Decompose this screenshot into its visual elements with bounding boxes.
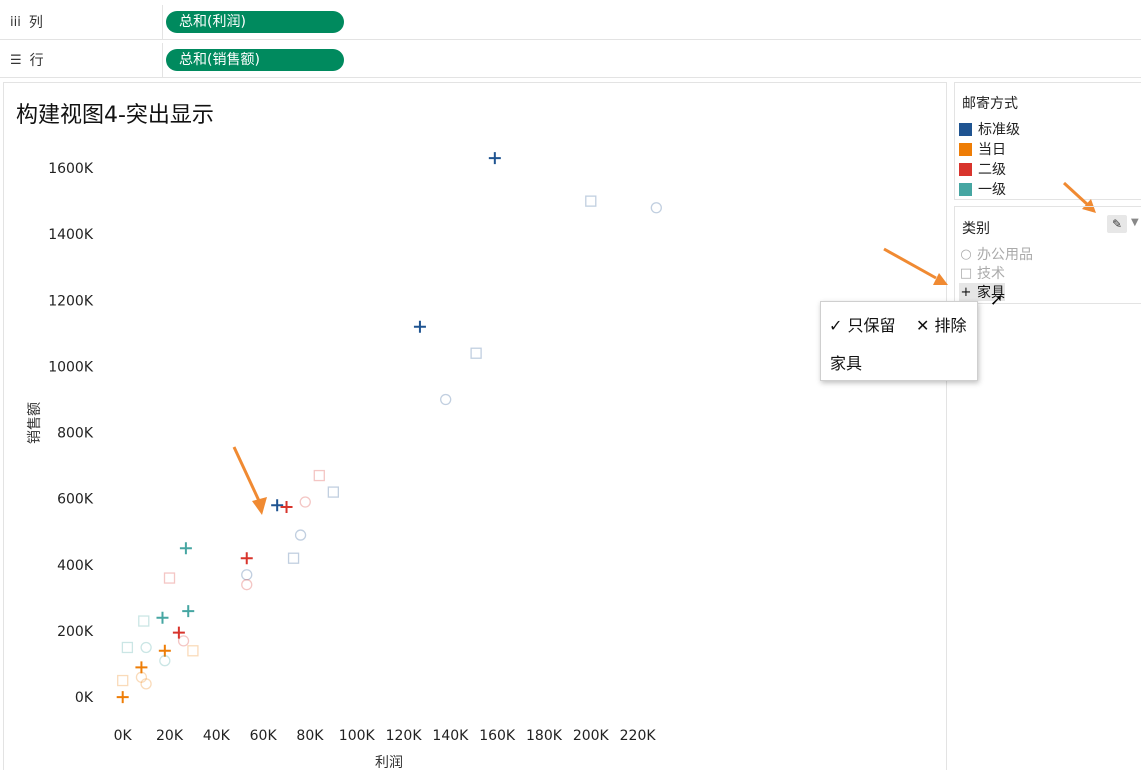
color-legend: 邮寄方式 标准级 当日 二级 一级 [954, 82, 1141, 213]
data-point-plus [182, 605, 195, 618]
columns-label: 列 [28, 15, 43, 31]
x-tick-label: 80K [296, 728, 324, 744]
x-tick-label: 160K [479, 728, 516, 744]
pen-icon[interactable]: ✎ [1107, 215, 1127, 233]
y-tick-label: 200K [57, 624, 94, 640]
context-menu: ✓ 只保留 ✕ 排除 家具 [820, 301, 978, 381]
chart-view: 构建视图4-突出显示 0K 200K 400K 600K 800K 1000K 1200K 1… [3, 82, 947, 771]
data-point-plus [135, 661, 148, 674]
data-point-circle [294, 529, 307, 541]
rows-icon: ☰ [10, 52, 22, 68]
data-point-square [187, 645, 199, 657]
legend-item-tech[interactable]: □ 技术 [959, 264, 1005, 283]
data-point-plus [488, 152, 501, 165]
y-tick-label: 800K [57, 426, 94, 442]
legend-item-label: 一级 [978, 182, 1006, 198]
legend-item[interactable]: 二级 [959, 160, 1006, 178]
legend-swatch [959, 162, 972, 176]
rows-label: 行 [29, 53, 44, 69]
data-point-plus [280, 500, 293, 513]
mouse-cursor-icon: ➚ [990, 290, 1004, 309]
legend-swatch [959, 142, 972, 156]
data-point-circle [177, 635, 190, 647]
columns-icon: iii [10, 14, 21, 30]
y-tick-label: 1000K [48, 359, 94, 375]
y-tick-label: 1600K [48, 161, 94, 177]
legend-item-label: 标准级 [978, 122, 1020, 138]
scatter-plot: 0K 200K 400K 600K 800K 1000K 1200K 1400K 1600K 0K… [27, 152, 662, 771]
columns-pill-profit[interactable]: 总和(利润) [166, 11, 344, 33]
rows-shelf: ☰ 行 总和(销售额) [0, 43, 1141, 78]
x-tick-label: 200K [573, 728, 610, 744]
y-tick-label: 0K [75, 690, 94, 706]
x-tick-label: 40K [203, 728, 231, 744]
y-axis-label: 销售额 [27, 402, 43, 444]
data-point-circle [159, 655, 171, 667]
plus-icon: + [960, 284, 972, 300]
x-tick-label: 100K [339, 728, 376, 744]
data-point-plus [116, 691, 129, 704]
filter-title: 类别 [962, 221, 990, 237]
annotation-arrow-icon [883, 247, 948, 285]
data-point-square [138, 615, 150, 627]
circle-icon: ○ [960, 246, 972, 262]
data-point-plus [172, 626, 185, 639]
y-tick-label: 600K [57, 492, 94, 508]
data-point-square [327, 486, 339, 498]
x-tick-label: 180K [526, 728, 563, 744]
data-point-circle [440, 393, 452, 406]
rows-shelf-label: ☰ 行 [0, 43, 163, 77]
x-tick-label: 120K [386, 728, 423, 744]
legend-item-office[interactable]: ○ 办公用品 [959, 245, 1033, 264]
legend-swatch [959, 122, 972, 136]
data-point-circle [299, 496, 311, 508]
x-axis-label: 利润 [375, 755, 403, 771]
data-point-square [287, 552, 300, 564]
x-tick-label: 0K [114, 728, 133, 744]
annotation-arrow-icon [232, 446, 267, 515]
data-point-circle [140, 641, 152, 654]
rows-pill-sales[interactable]: 总和(销售额) [166, 49, 344, 71]
data-point-square [470, 347, 482, 359]
data-point-circle [650, 202, 662, 214]
data-point-plus [156, 611, 169, 624]
data-point-plus [413, 320, 426, 333]
square-icon: □ [959, 265, 973, 281]
data-point-square [121, 641, 134, 654]
x-tick-label: 220K [620, 728, 657, 744]
y-tick-label: 1200K [48, 293, 94, 309]
y-tick-label: 400K [57, 558, 94, 574]
exclude-button[interactable]: ✕ 排除 [916, 312, 967, 336]
data-point-plus [179, 542, 192, 555]
legend-item-label: 二级 [978, 162, 1006, 178]
legend-item-label: 当日 [978, 142, 1006, 158]
y-tick-label: 1400K [48, 227, 94, 243]
data-point-square [163, 572, 176, 584]
columns-shelf-label: iii 列 [0, 5, 163, 39]
keep-only-button[interactable]: ✓ 只保留 [829, 312, 896, 336]
dropdown-caret-icon[interactable]: ▼ [1131, 217, 1139, 228]
legend-item[interactable]: 一级 [959, 180, 1006, 198]
legend-swatch [959, 182, 972, 196]
legend-item[interactable]: 标准级 [959, 120, 1020, 138]
legend-item-label: 技术 [977, 266, 1005, 282]
legend-item-label: 办公用品 [977, 247, 1033, 263]
data-point-circle [241, 579, 253, 591]
x-tick-label: 60K [250, 728, 278, 744]
data-point-square [585, 195, 597, 207]
category-shape-legend: 类别 ✎ ▼ ○ 办公用品 □ 技术 + 家具 [954, 206, 1141, 304]
legend-item[interactable]: 当日 [959, 140, 1006, 158]
x-tick-label: 20K [156, 728, 184, 744]
data-point-plus [158, 644, 171, 657]
data-point-plus [240, 552, 253, 565]
data-point-circle [241, 569, 253, 581]
data-point-square [313, 469, 325, 482]
columns-shelf: iii 列 总和(利润) [0, 5, 1141, 40]
data-point-square [117, 674, 129, 687]
legend-title: 邮寄方式 [962, 96, 1018, 112]
context-menu-item-label: 家具 [830, 354, 863, 373]
x-tick-label: 140K [432, 728, 469, 744]
